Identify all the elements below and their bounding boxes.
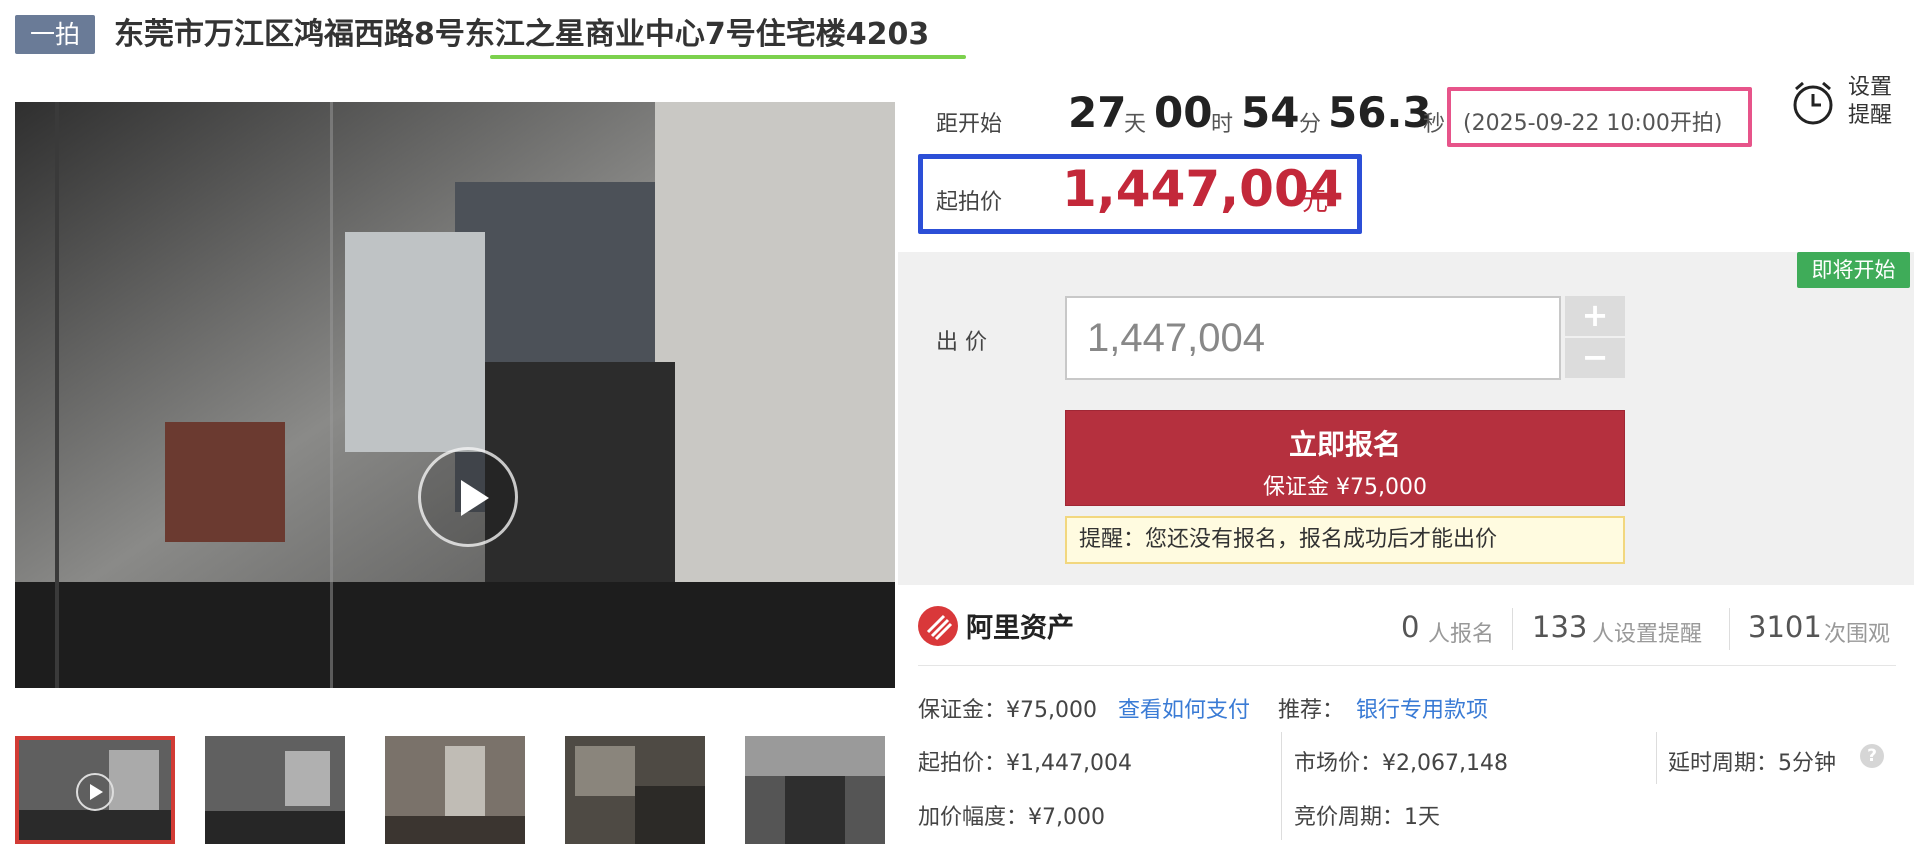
page-title: 东莞市万江区鸿福西路8号东江之星商业中心7号住宅楼4203 (114, 17, 930, 52)
thumbnail-2[interactable] (205, 736, 345, 844)
start-time-text: (2025-09-22 10:00开拍) (1463, 111, 1723, 136)
start-price-info: 起拍价：¥1,447,004 (918, 751, 1132, 776)
ali-assets-logo-icon (918, 606, 958, 646)
hours-unit: 时 (1211, 112, 1234, 137)
alarm-clock-icon[interactable] (1790, 80, 1836, 126)
increment-info: 加价幅度：¥7,000 (918, 805, 1105, 830)
reminder-count: 133 (1532, 610, 1588, 644)
countdown-days: 27 (1068, 88, 1127, 137)
main-property-image[interactable] (15, 102, 895, 688)
thumbnail-1[interactable] (15, 736, 175, 844)
decrease-bid-button[interactable]: − (1565, 338, 1625, 378)
register-notice: 提醒：您还没有报名，报名成功后才能出价 (1065, 516, 1625, 564)
countdown-label: 距开始 (936, 112, 1003, 137)
signup-count: 0 (1401, 610, 1420, 644)
start-price-unit: 元 (1302, 187, 1329, 217)
view-count-label: 次围观 (1824, 622, 1891, 647)
reminder-line1: 设置 (1848, 75, 1893, 100)
days-unit: 天 (1124, 112, 1147, 137)
recommend-label: 推荐： (1278, 698, 1345, 723)
seconds-unit: 秒 (1423, 112, 1446, 137)
bid-label: 出 价 (936, 330, 987, 355)
countdown-minutes: 54 (1241, 88, 1300, 137)
room-photo (15, 102, 895, 688)
divider (1512, 608, 1513, 650)
register-label: 立即报名 (1288, 428, 1401, 461)
reminder-count-label: 人设置提醒 (1592, 622, 1703, 647)
how-to-pay-link[interactable]: 查看如何支付 (1118, 692, 1250, 724)
minutes-unit: 分 (1299, 112, 1322, 137)
deposit-label: 保证金 ¥75,000 (1263, 475, 1427, 500)
countdown-hours: 00 (1154, 88, 1213, 137)
auction-round-badge: 一拍 (15, 15, 95, 54)
thumbnail-5[interactable] (745, 736, 885, 844)
increase-bid-button[interactable]: + (1565, 296, 1625, 336)
title-highlight-underline (490, 55, 966, 59)
divider (1281, 732, 1282, 840)
thumbnail-video-icon (19, 740, 171, 840)
reminder-line2: 提醒 (1848, 103, 1893, 128)
brand-name: 阿里资产 (966, 613, 1074, 644)
set-reminder-button[interactable]: 设置 提醒 (1848, 74, 1892, 130)
play-video-button[interactable] (418, 447, 518, 547)
delay-period-info: 延时周期：5分钟 (1668, 751, 1836, 776)
auction-start-time: (2025-09-22 10:00开拍) (1447, 87, 1752, 147)
signup-count-label: 人报名 (1428, 622, 1495, 647)
divider (1656, 732, 1657, 784)
help-icon[interactable]: ? (1860, 744, 1884, 768)
deposit-info: 保证金：¥75,000 (918, 698, 1097, 723)
divider (918, 665, 1896, 666)
start-price-label: 起拍价 (936, 190, 1003, 215)
status-badge: 即将开始 (1797, 252, 1910, 288)
countdown-seconds: 56.3 (1328, 88, 1432, 137)
bid-amount-input[interactable]: 1,447,004 (1065, 296, 1561, 380)
divider (1729, 608, 1730, 650)
register-now-button[interactable]: 立即报名 保证金 ¥75,000 (1065, 410, 1625, 506)
bank-loan-link[interactable]: 银行专用款项 (1356, 692, 1488, 724)
market-price-info: 市场价：¥2,067,148 (1294, 751, 1508, 776)
bid-period-info: 竞价周期：1天 (1294, 805, 1440, 830)
view-count: 3101 (1748, 610, 1822, 644)
thumbnail-4[interactable] (565, 736, 705, 844)
thumbnail-3[interactable] (385, 736, 525, 844)
